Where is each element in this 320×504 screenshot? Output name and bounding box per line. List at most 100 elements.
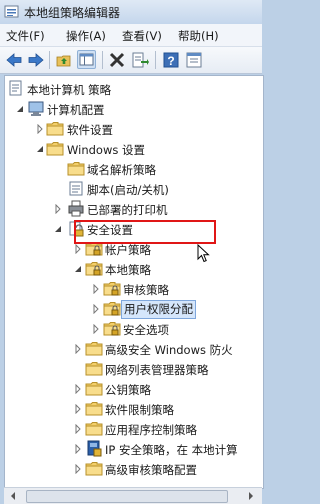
toolbar-separator [155, 51, 156, 69]
tree-item-label: 本地计算机 策略 [27, 83, 112, 97]
tree-item-label: IP 安全策略，在 本地计算 [105, 443, 238, 457]
tree-item-dns-policy[interactable]: 域名解析策略 [5, 159, 263, 179]
folder-icon [85, 402, 103, 416]
expanded-arrow-icon[interactable] [35, 144, 45, 154]
forward-icon[interactable] [27, 51, 45, 69]
tree-item-label: 高级安全 Windows 防火 [105, 343, 233, 357]
printer-icon [68, 200, 84, 217]
tree-item-computer-config[interactable]: 计算机配置 [5, 99, 263, 119]
scroll-right-icon[interactable] [244, 489, 258, 503]
tree-item-label: 公钥策略 [105, 383, 151, 397]
tree-item-label: 软件设置 [67, 123, 113, 137]
tree-item-label: 已部署的打印机 [87, 203, 168, 217]
secure-folder-icon [103, 322, 121, 336]
folder-icon [85, 382, 103, 396]
folder-icon [85, 462, 103, 476]
folder-icon [85, 342, 103, 356]
menu-file[interactable]: 文件(F) [6, 28, 45, 44]
red-highlight-annotation [74, 220, 216, 244]
tree-item-local-policies[interactable]: 本地策略 [5, 259, 263, 279]
tree-item-software-settings[interactable]: 软件设置 [5, 119, 263, 139]
collapsed-arrow-icon[interactable] [73, 384, 83, 394]
tree-item-user-rights[interactable]: 用户权限分配 [5, 299, 263, 319]
properties-icon[interactable] [185, 51, 203, 69]
scroll-left-icon[interactable] [6, 489, 20, 503]
tree-item-app-control[interactable]: 应用程序控制策略 [5, 419, 263, 439]
back-icon[interactable] [5, 51, 23, 69]
tree-item-advanced-audit[interactable]: 高级审核策略配置 [5, 459, 263, 479]
folder-icon [46, 142, 64, 156]
tree-item-label: 安全选项 [123, 323, 169, 337]
delete-icon[interactable] [108, 51, 126, 69]
tree-item-windows-firewall[interactable]: 高级安全 Windows 防火 [5, 339, 263, 359]
secure-folder-icon [85, 262, 103, 276]
toolbar-separator [49, 51, 50, 69]
menu-action[interactable]: 操作(A) [66, 28, 106, 44]
toolbar: ? [0, 47, 262, 74]
group-policy-editor-window: 本地组策略编辑器 文件(F) 操作(A) 查看(V) 帮助(H) ? 本地计算机… [0, 0, 264, 504]
title-bar: 本地组策略编辑器 [0, 0, 262, 24]
policy-tree: 本地计算机 策略 计算机配置 软件设置 Windows 设置 域名解析策略 脚本… [4, 75, 264, 489]
collapsed-arrow-icon[interactable] [73, 444, 83, 454]
tree-item-label: 本地策略 [105, 263, 151, 277]
expanded-arrow-icon[interactable] [53, 224, 63, 234]
tree-item-root[interactable]: 本地计算机 策略 [5, 79, 263, 99]
computer-icon [28, 101, 44, 116]
collapsed-arrow-icon[interactable] [73, 464, 83, 474]
tree-item-label: 应用程序控制策略 [105, 423, 197, 437]
tree-item-label: 域名解析策略 [87, 163, 156, 177]
policy-document-icon [9, 80, 22, 96]
tree-item-label-selected: 用户权限分配 [121, 300, 196, 319]
tree-item-windows-settings[interactable]: Windows 设置 [5, 139, 263, 159]
menu-view[interactable]: 查看(V) [122, 28, 162, 44]
mouse-cursor-icon [197, 244, 210, 263]
folder-icon [85, 422, 103, 436]
tree-item-label: 帐户策略 [105, 243, 151, 257]
ip-security-icon [87, 440, 102, 457]
script-icon [69, 181, 83, 196]
tree-item-software-restriction[interactable]: 软件限制策略 [5, 399, 263, 419]
up-icon[interactable] [55, 51, 73, 69]
tree-item-public-key[interactable]: 公钥策略 [5, 379, 263, 399]
help-icon[interactable]: ? [162, 51, 180, 69]
collapsed-arrow-icon[interactable] [73, 244, 83, 254]
tree-item-security-options[interactable]: 安全选项 [5, 319, 263, 339]
folder-icon [67, 162, 85, 176]
folder-icon [46, 122, 64, 136]
menu-bar: 文件(F) 操作(A) 查看(V) 帮助(H) [0, 24, 262, 47]
tree-item-scripts[interactable]: 脚本(启动/关机) [5, 179, 263, 199]
tree-item-label: 脚本(启动/关机) [87, 183, 169, 197]
collapsed-arrow-icon[interactable] [53, 204, 63, 214]
tree-item-label: 审核策略 [123, 283, 169, 297]
svg-text:?: ? [167, 54, 174, 68]
export-list-icon[interactable] [131, 51, 149, 69]
tree-item-label: 网络列表管理器策略 [105, 363, 209, 377]
tree-item-ip-security[interactable]: IP 安全策略，在 本地计算 [5, 439, 263, 459]
horizontal-scrollbar[interactable] [4, 487, 262, 504]
show-hide-tree-icon[interactable] [77, 50, 96, 69]
window-title: 本地组策略编辑器 [24, 6, 121, 20]
tree-item-printers[interactable]: 已部署的打印机 [5, 199, 263, 219]
collapsed-arrow-icon[interactable] [35, 124, 45, 134]
collapsed-arrow-icon[interactable] [73, 344, 83, 354]
folder-icon [85, 362, 103, 376]
collapsed-arrow-icon[interactable] [73, 404, 83, 414]
collapsed-arrow-icon[interactable] [91, 304, 101, 314]
menu-help[interactable]: 帮助(H) [178, 28, 219, 44]
tree-item-label: 高级审核策略配置 [105, 463, 197, 477]
collapsed-arrow-icon[interactable] [91, 324, 101, 334]
expanded-arrow-icon[interactable] [73, 264, 83, 274]
secure-folder-icon [103, 282, 121, 296]
tree-item-label: Windows 设置 [67, 143, 145, 157]
collapsed-arrow-icon[interactable] [73, 424, 83, 434]
tree-item-label: 软件限制策略 [105, 403, 174, 417]
tree-item-label: 计算机配置 [47, 103, 105, 117]
toolbar-separator [102, 51, 103, 69]
expanded-arrow-icon[interactable] [15, 104, 25, 114]
scrollbar-thumb[interactable] [26, 490, 228, 503]
secure-folder-icon [103, 302, 121, 316]
collapsed-arrow-icon[interactable] [91, 284, 101, 294]
policy-editor-app-icon [4, 5, 19, 18]
tree-item-network-list[interactable]: 网络列表管理器策略 [5, 359, 263, 379]
tree-item-audit-policy[interactable]: 审核策略 [5, 279, 263, 299]
